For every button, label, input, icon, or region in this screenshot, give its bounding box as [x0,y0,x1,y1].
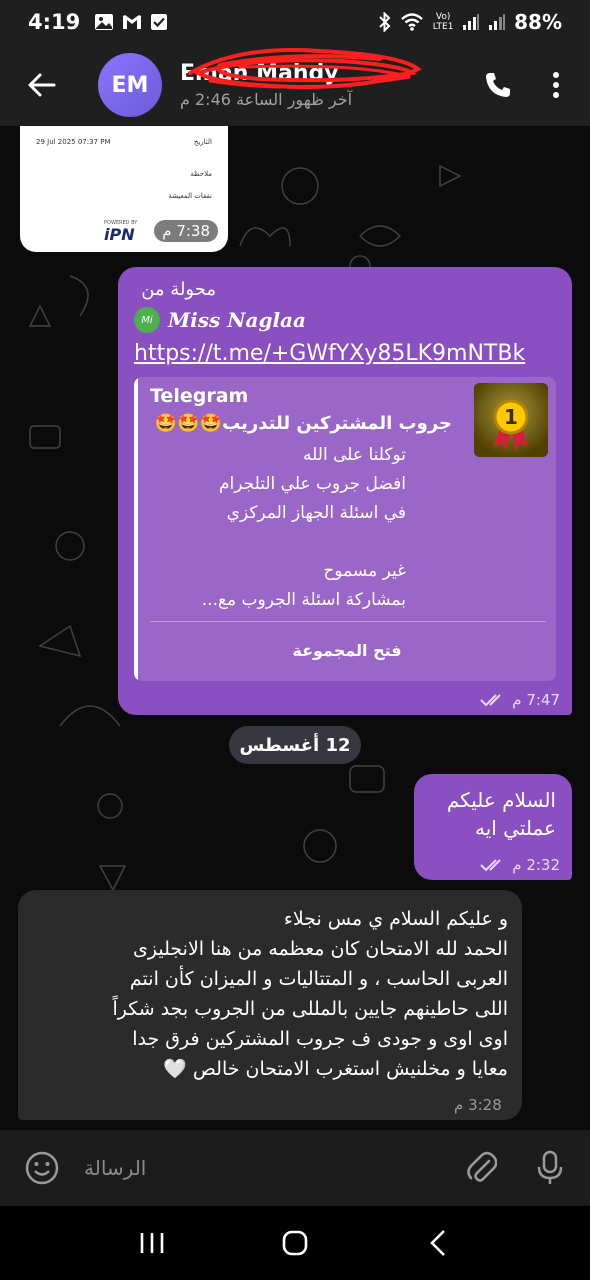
image-icon [95,14,114,30]
preview-thumbnail: 1 [474,383,548,457]
attach-button[interactable] [448,1130,516,1206]
preview-desc-line: في اسئلة الجهاز المركزي [226,503,406,523]
preview-desc-line: غير مسموح [323,561,406,581]
preview-site: Telegram [150,385,249,407]
more-vertical-icon [553,72,559,98]
system-nav-bar [0,1206,590,1280]
preview-desc-line [146,528,406,557]
brand-name: iPN [104,225,135,244]
outgoing-message[interactable]: السلام عليكم عملتي ايه 2:32 م [414,774,572,880]
message-line: العربى الحاسب ، و المتتاليات و الميزان ك… [129,968,508,990]
doc-label-expenses: نفقات المعيشة [168,192,212,200]
medal-icon: 1 [474,383,548,457]
preview-description: توكلنا على الله افضل جروب علي التلجرام ف… [146,441,406,615]
contact-name: Eman Mahdy [180,61,339,86]
link-preview[interactable]: Telegram 1 جروب المشتركين للتدريب🤩🤩🤩 توك… [134,377,556,681]
recents-button[interactable] [122,1213,182,1273]
forwarded-label: محولة من [141,279,216,300]
svg-text:1: 1 [504,405,518,429]
message-input-bar [0,1130,590,1206]
preview-desc-line: بمشاركة اسئلة الجروب مع... [201,590,406,610]
last-seen-status: آخر ظهور الساعة 2:46 م [180,90,353,109]
contact-info[interactable]: Eman Mahdy آخر ظهور الساعة 2:46 م [180,47,468,109]
doc-date: 29 Jul 2025 07:37 PM [36,138,111,146]
avatar[interactable]: EM [98,53,162,117]
ipn-logo: POWERED BY iPN [104,220,148,246]
chevron-left-icon [430,1230,446,1256]
call-button[interactable] [468,44,528,126]
bluetooth-icon [379,12,391,32]
message-text: السلام عليكم عملتي ايه [447,786,556,842]
image-message[interactable]: 29 Jul 2025 07:37 PM التاريخ ملاحظة نفقا… [20,126,228,252]
home-button[interactable] [265,1213,325,1273]
home-icon [282,1230,308,1256]
double-check-icon [480,694,501,707]
preview-title: جروب المشتركين للتدريب🤩🤩🤩 [154,413,452,434]
message-meta: 2:32 م [480,856,560,874]
emoji-button[interactable] [0,1130,84,1206]
signal-icon [463,14,480,30]
microphone-icon [537,1150,563,1184]
check-box-icon [151,14,168,30]
back-nav-button[interactable] [408,1213,468,1273]
forwarded-name: Miss Naglaa [168,308,306,332]
signal-2-icon [489,14,506,30]
message-text: و عليكم السلام ي مس نجلاء الحمد لله الام… [28,904,508,1084]
chat-header: EM Eman Mahdy آخر ظهور الساعة 2:46 م [0,44,590,126]
recents-icon [140,1233,163,1253]
double-check-icon [480,859,501,872]
preview-divider [150,621,546,622]
invite-link[interactable]: https://t.me/+GWfYXy85LK9mNTBk [134,341,525,366]
phone-icon [486,73,510,97]
message-line: و عليكم السلام ي مس نجلاء [283,908,508,930]
paperclip-icon [467,1151,497,1182]
message-line: السلام عليكم [446,788,556,812]
message-line: عملتي ايه [474,816,556,840]
gmail-icon [123,15,142,29]
status-notification-icons [94,13,168,31]
arrow-left-icon [28,73,56,97]
back-button[interactable] [0,44,84,126]
incoming-message[interactable]: و عليكم السلام ي مس نجلاء الحمد لله الام… [18,890,522,1120]
message-meta: 7:47 م [480,691,560,709]
battery-level: 88% [514,10,562,34]
date-separator: 12 أغسطس [229,726,361,764]
message-line: اوى اوى و جودى ف جروب المشتركين فرق جدا [132,1028,508,1050]
emoji-icon [25,1151,59,1185]
forwarded-avatar: Mi [134,307,160,333]
message-time: 2:32 م [512,856,560,874]
message-line: معايا و مخلنيش استغرب الامتحان خالص 🤍 [163,1058,508,1080]
forwarded-from[interactable]: Mi Miss Naglaa [134,307,306,333]
open-group-button[interactable]: فتح المجموعة [138,627,556,673]
preview-desc-line: افضل جروب علي التلجرام [219,474,406,494]
message-time: 7:47 م [512,691,560,709]
message-line: اللى حاطينهم جايين بالمللى من الجروب بجد… [112,998,508,1020]
message-time: 3:28 م [454,1096,502,1114]
forwarded-message[interactable]: محولة من Mi Miss Naglaa https://t.me/+GW… [118,267,572,715]
doc-label-note: ملاحظة [190,170,212,178]
more-menu-button[interactable] [528,44,584,126]
message-line: الحمد لله الامتحان كان معظمه من هنا الان… [133,938,508,960]
status-bar: 4:19 Vo) LTE1 88% [0,0,590,44]
status-time: 4:19 [28,10,81,34]
mic-button[interactable] [516,1130,584,1206]
status-right: Vo) LTE1 88% [378,10,562,34]
message-input[interactable] [84,1156,448,1180]
doc-label-date: التاريخ [193,138,212,146]
wifi-icon [401,13,423,31]
volte-label: Vo) LTE1 [432,12,454,32]
preview-desc-line: توكلنا على الله [303,445,406,465]
chat-area[interactable]: 29 Jul 2025 07:37 PM التاريخ ملاحظة نفقا… [0,126,590,1130]
message-time: 7:38 م [154,220,218,242]
